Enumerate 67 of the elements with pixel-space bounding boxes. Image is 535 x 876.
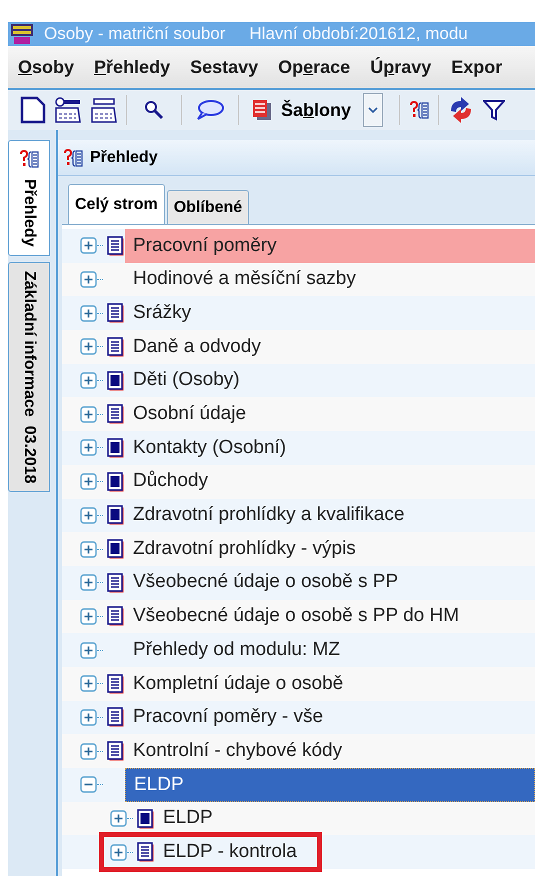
stacked-list-icon (251, 98, 273, 122)
expand-icon[interactable] (80, 742, 97, 760)
tree-item[interactable]: Pracovní poměry (125, 229, 535, 263)
panel-title: Přehledy (90, 148, 158, 168)
document-list-icon (107, 707, 125, 728)
expand-icon[interactable] (80, 574, 97, 592)
card-icon[interactable] (54, 96, 82, 124)
expand-icon[interactable] (80, 675, 97, 692)
menu-item[interactable]: Expor (451, 54, 502, 80)
tab[interactable]: Celý strom (68, 184, 165, 224)
expand-icon[interactable] (80, 473, 97, 490)
expand-icon[interactable] (80, 708, 97, 726)
expand-icon[interactable] (80, 642, 97, 659)
expand-icon[interactable] (80, 406, 97, 423)
window-icon (107, 505, 125, 526)
caret-icon (368, 106, 378, 114)
filter-icon[interactable] (483, 99, 506, 121)
expand-icon[interactable] (80, 304, 97, 322)
window-icon (137, 808, 155, 829)
speech-bubble-icon[interactable] (196, 99, 224, 121)
document-list-icon (107, 606, 125, 626)
document-list-icon (137, 842, 155, 862)
expand-icon[interactable] (110, 810, 127, 828)
expand-icon[interactable] (80, 338, 97, 356)
tree-item[interactable]: ELDP (125, 768, 535, 802)
menu-item[interactable]: Sestavy (190, 54, 258, 80)
collapse-icon[interactable] (80, 776, 97, 794)
help-list-icon (408, 100, 430, 120)
expand-icon[interactable] (110, 844, 127, 861)
expand-icon[interactable] (80, 506, 97, 524)
side-tab-label: Základní informace 03.2018 (20, 270, 39, 484)
templates-button[interactable]: Šablony (247, 96, 356, 124)
expand-icon[interactable] (80, 608, 97, 625)
side-tab[interactable]: Přehledy (8, 140, 50, 256)
templates-label: Šablony (281, 98, 352, 122)
menu-item[interactable]: Přehledy (94, 54, 170, 80)
menu-item[interactable]: Osoby (18, 54, 74, 80)
document-list-icon (107, 572, 125, 593)
window-icon (107, 438, 125, 458)
expand-icon[interactable] (80, 271, 97, 288)
side-tab-label: Přehledy (20, 179, 39, 247)
tab[interactable]: Oblíbené (166, 190, 250, 224)
help-list-icon (62, 148, 84, 168)
expand-icon[interactable] (80, 540, 97, 558)
document-list-icon (107, 404, 125, 424)
document-list-icon (107, 741, 125, 762)
document-list-icon (107, 336, 125, 357)
document-list-icon (107, 236, 125, 256)
expand-icon[interactable] (80, 372, 97, 390)
app-icon (10, 23, 34, 45)
window-icon (107, 370, 125, 391)
help-list-icon (18, 149, 40, 169)
expand-icon[interactable] (80, 237, 97, 254)
search-icon[interactable] (143, 99, 165, 121)
menu-item[interactable]: Úpravy (370, 54, 432, 80)
card-icon[interactable] (90, 96, 118, 124)
new-document-icon[interactable] (20, 96, 46, 124)
window-subtitle: Hlavní období:201612, modu (249, 23, 468, 46)
document-list-icon (107, 674, 125, 694)
side-tab[interactable]: Základní informace 03.2018 (8, 262, 50, 492)
window-icon (107, 472, 125, 492)
menu-item[interactable]: Operace (278, 54, 350, 80)
expand-icon[interactable] (80, 439, 97, 456)
window-title: Osoby - matriční soubor (44, 23, 226, 46)
window-icon (107, 539, 125, 560)
document-list-icon (107, 303, 125, 324)
dropdown-button[interactable] (363, 93, 384, 127)
